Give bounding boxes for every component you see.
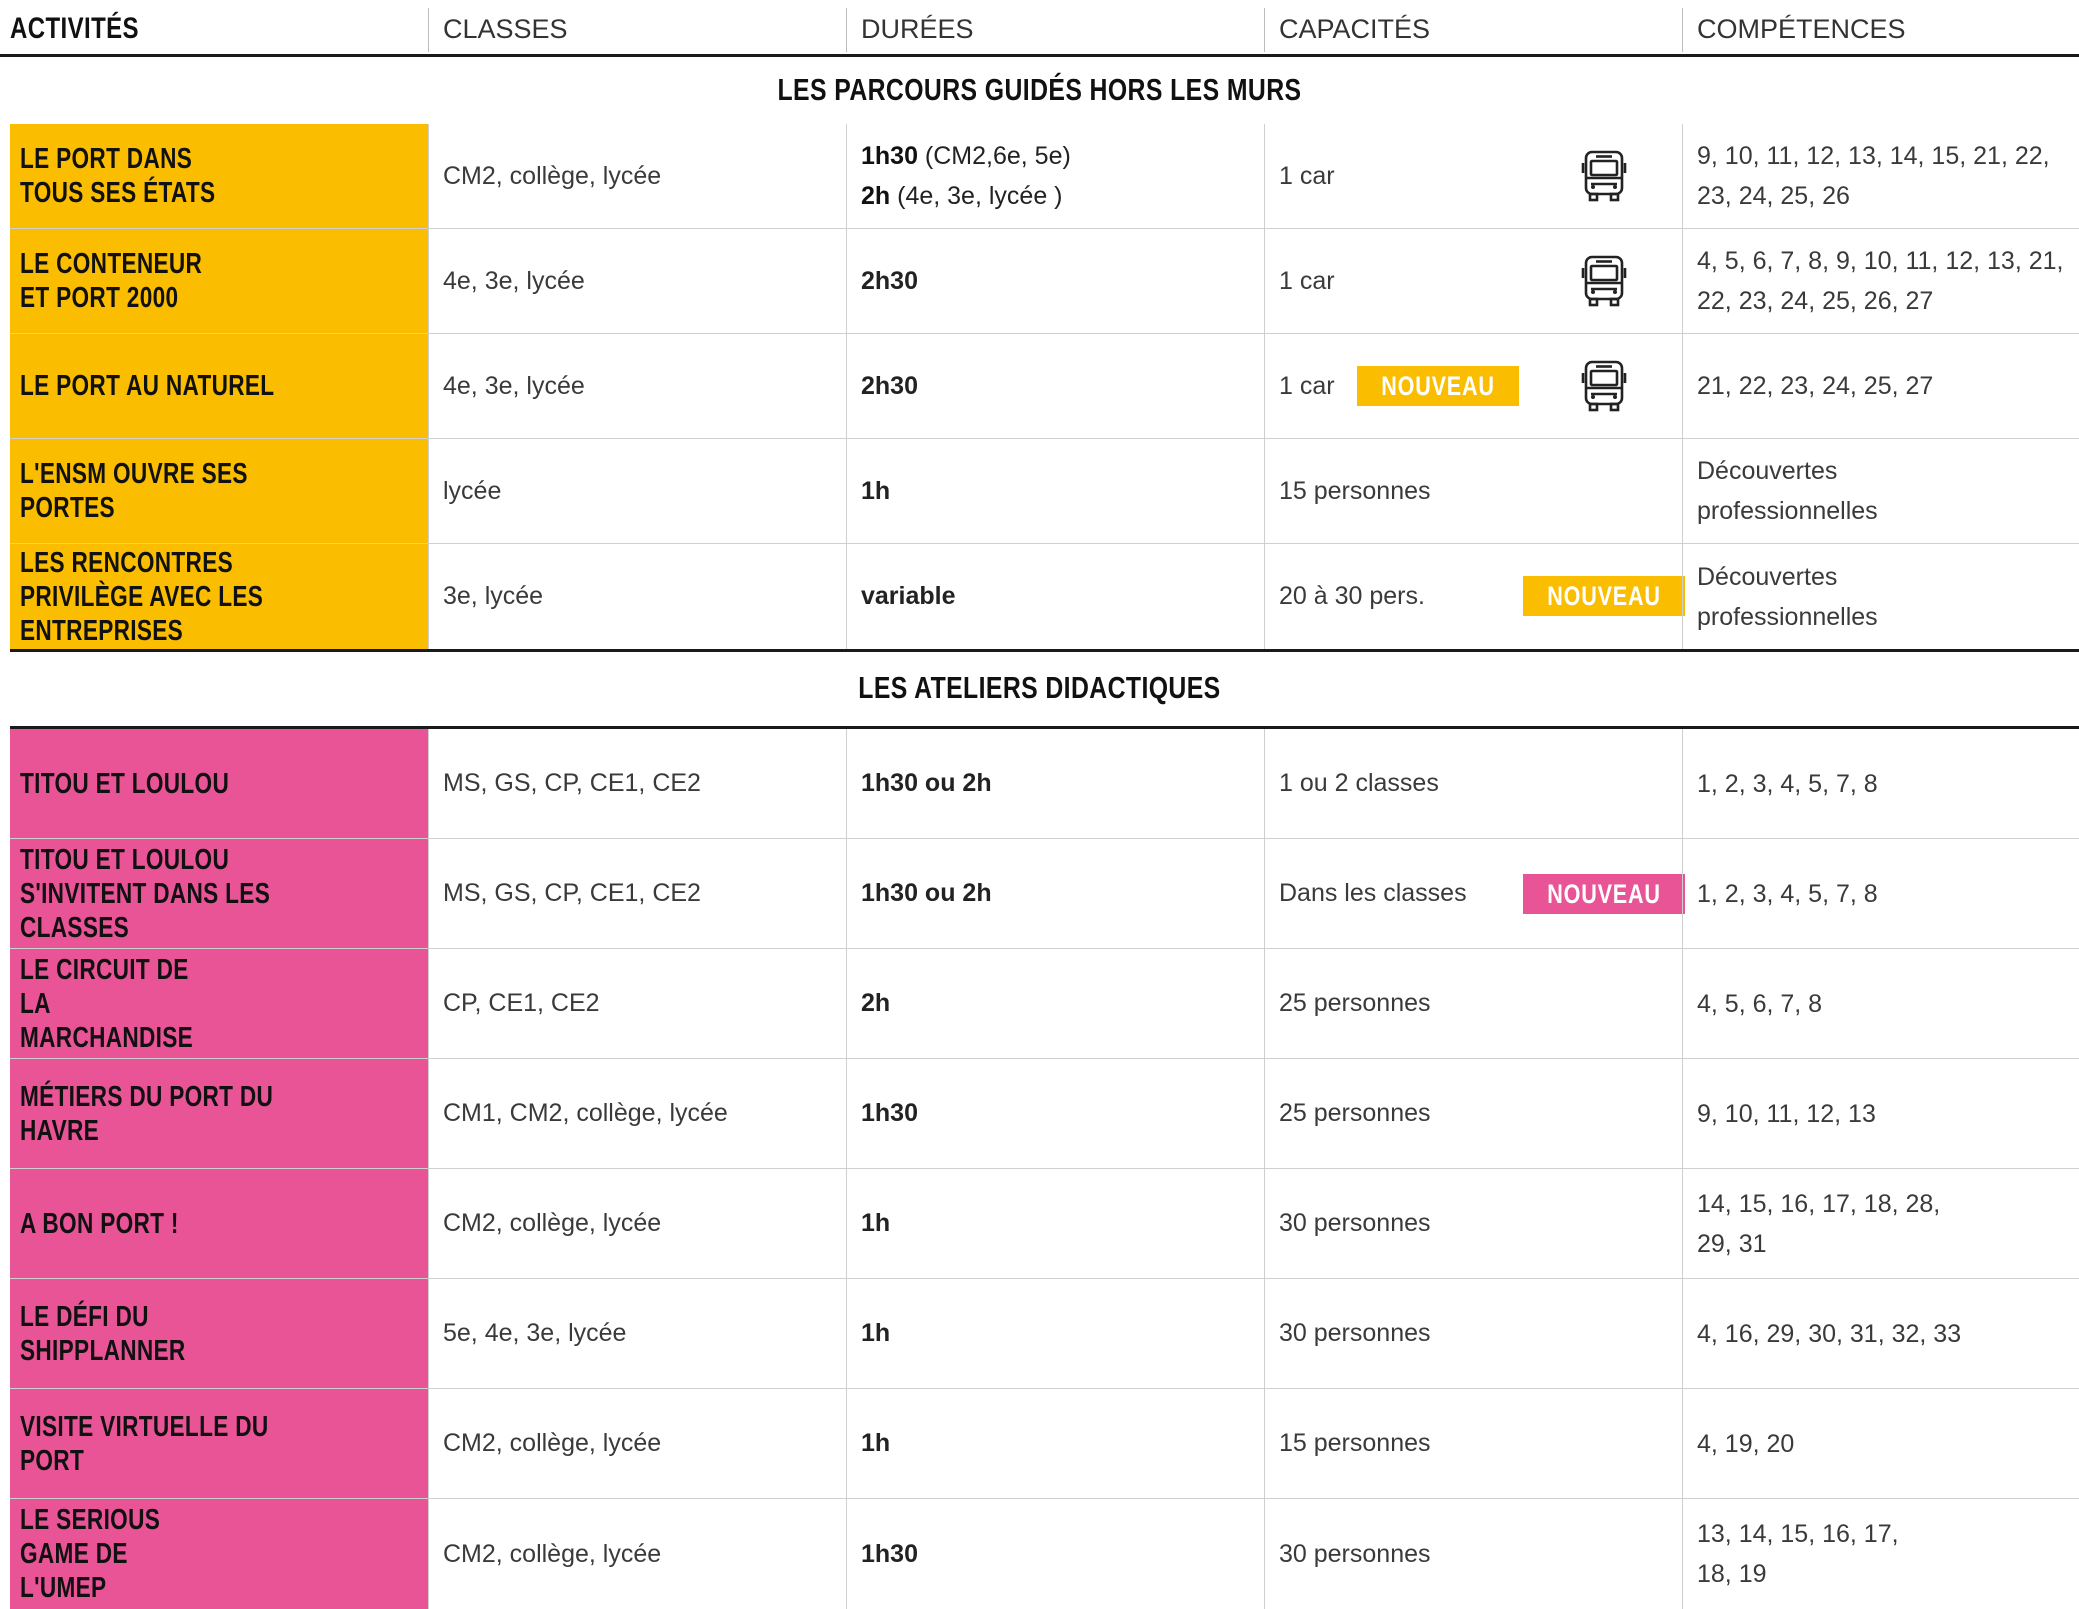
duree-cell: 2h30	[846, 229, 1264, 333]
competences-cell: 1, 2, 3, 4, 5, 7, 8	[1682, 729, 2079, 838]
classes-cell: MS, GS, CP, CE1, CE2	[428, 839, 846, 948]
classes-cell: 3e, lycée	[428, 544, 846, 649]
bus-icon	[1581, 255, 1627, 307]
header-activites: ACTIVITÉS	[10, 12, 139, 45]
capacite-cell: Dans les classes NOUVEAU	[1264, 839, 1686, 948]
competences-cell: Découvertes professionnelles	[1682, 544, 2079, 649]
activity-name: MÉTIERS DU PORT DU HAVRE	[10, 1059, 428, 1168]
activity-name: LE DÉFI DU SHIPPLANNER	[10, 1279, 428, 1388]
classes-cell: 4e, 3e, lycée	[428, 334, 846, 438]
duree-cell: 2h	[846, 949, 1264, 1058]
activity-name: LE SERIOUS GAME DE L'UMEP	[10, 1499, 428, 1609]
table-row: TITOU ET LOULOU S'INVITENT DANS LES CLAS…	[10, 839, 2079, 949]
capacite-cell: 25 personnes	[1264, 1059, 1682, 1168]
classes-cell: CM2, collège, lycée	[428, 1499, 846, 1609]
classes-cell: CM2, collège, lycée	[428, 1389, 846, 1498]
capacite-cell: 20 à 30 pers. NOUVEAU	[1264, 544, 1686, 649]
table-row: MÉTIERS DU PORT DU HAVRE CM1, CM2, collè…	[10, 1059, 2079, 1169]
table-row: LE PORT AU NATUREL 4e, 3e, lycée 2h30 1 …	[10, 334, 2079, 439]
duree-cell: 1h30	[846, 1499, 1264, 1609]
capacite-cell: 1 car NOUVEAU	[1264, 334, 1682, 438]
classes-cell: CM1, CM2, collège, lycée	[428, 1059, 846, 1168]
header-classes: CLASSES	[443, 14, 568, 44]
table-row: A BON PORT ! CM2, collège, lycée 1h 30 p…	[10, 1169, 2079, 1279]
capacite-cell: 30 personnes	[1264, 1279, 1682, 1388]
header-capacites: CAPACITÉS	[1279, 14, 1431, 44]
activity-name: LE CONTENEUR ET PORT 2000	[10, 229, 428, 333]
parcours-table: LE PORT DANS TOUS SES ÉTATS CM2, collège…	[10, 124, 2079, 652]
activity-name: LE PORT AU NATUREL	[10, 334, 428, 438]
duree-cell: 1h30	[846, 1059, 1264, 1168]
competences-cell: 4, 5, 6, 7, 8, 9, 10, 11, 12, 13, 21, 22,…	[1682, 229, 2079, 333]
table-row: LE CIRCUIT DE LA MARCHANDISE CP, CE1, CE…	[10, 949, 2079, 1059]
duree-cell: 1h30 (CM2,6e, 5e) 2h (4e, 3e, lycée )	[846, 124, 1264, 228]
activity-name: LE CIRCUIT DE LA MARCHANDISE	[10, 949, 428, 1058]
capacite-cell: 1 car	[1264, 229, 1682, 333]
ateliers-table: TITOU ET LOULOU MS, GS, CP, CE1, CE2 1h3…	[10, 726, 2079, 1609]
nouveau-badge: NOUVEAU	[1357, 366, 1520, 406]
capacite-cell: 15 personnes	[1264, 439, 1682, 543]
competences-cell: Découvertes professionnelles	[1682, 439, 2079, 543]
classes-cell: CM2, collège, lycée	[428, 1169, 846, 1278]
duree-cell: 1h30 ou 2h	[846, 839, 1264, 948]
table-row: L'ENSM OUVRE SES PORTES lycée 1h 15 pers…	[10, 439, 2079, 544]
table-row: LE DÉFI DU SHIPPLANNER 5e, 4e, 3e, lycée…	[10, 1279, 2079, 1389]
table-row: VISITE VIRTUELLE DU PORT CM2, collège, l…	[10, 1389, 2079, 1499]
header-divider	[428, 8, 429, 52]
duree-cell: 1h	[846, 1169, 1264, 1278]
duree-cell: 1h	[846, 439, 1264, 543]
classes-cell: 5e, 4e, 3e, lycée	[428, 1279, 846, 1388]
competences-cell: 9, 10, 11, 12, 13	[1682, 1059, 2079, 1168]
classes-cell: 4e, 3e, lycée	[428, 229, 846, 333]
classes-cell: CM2, collège, lycée	[428, 124, 846, 228]
table-row: TITOU ET LOULOU MS, GS, CP, CE1, CE2 1h3…	[10, 729, 2079, 839]
competences-cell: 4, 19, 20	[1682, 1389, 2079, 1498]
capacite-cell: 1 ou 2 classes	[1264, 729, 1682, 838]
table-row: LES RENCONTRES PRIVILÈGE AVEC LES ENTREP…	[10, 544, 2079, 649]
capacite-cell: 25 personnes	[1264, 949, 1682, 1058]
table-row: LE CONTENEUR ET PORT 2000 4e, 3e, lycée …	[10, 229, 2079, 334]
bus-icon	[1581, 150, 1627, 202]
table-row: LE PORT DANS TOUS SES ÉTATS CM2, collège…	[10, 124, 2079, 229]
duree-cell: 2h30	[846, 334, 1264, 438]
duree-cell: 1h	[846, 1389, 1264, 1498]
classes-cell: lycée	[428, 439, 846, 543]
activity-name: VISITE VIRTUELLE DU PORT	[10, 1389, 428, 1498]
capacite-cell: 30 personnes	[1264, 1169, 1682, 1278]
competences-cell: 1, 2, 3, 4, 5, 7, 8	[1682, 839, 2079, 948]
duree-cell: 1h	[846, 1279, 1264, 1388]
capacite-cell: 15 personnes	[1264, 1389, 1682, 1498]
bus-icon	[1581, 360, 1627, 412]
nouveau-badge: NOUVEAU	[1523, 576, 1686, 616]
competences-cell: 9, 10, 11, 12, 13, 14, 15, 21, 22, 23, 24…	[1682, 124, 2079, 228]
header-divider	[1682, 8, 1683, 52]
activity-name: TITOU ET LOULOU S'INVITENT DANS LES CLAS…	[10, 839, 428, 948]
activity-name: L'ENSM OUVRE SES PORTES	[10, 439, 428, 543]
header-divider	[1264, 8, 1265, 52]
header-durees: DURÉES	[861, 14, 974, 44]
duree-cell: variable	[846, 544, 1264, 649]
classes-cell: CP, CE1, CE2	[428, 949, 846, 1058]
nouveau-badge: NOUVEAU	[1523, 874, 1686, 914]
duree-cell: 1h30 ou 2h	[846, 729, 1264, 838]
capacite-cell: 30 personnes	[1264, 1499, 1682, 1609]
classes-cell: MS, GS, CP, CE1, CE2	[428, 729, 846, 838]
activity-name: LES RENCONTRES PRIVILÈGE AVEC LES ENTREP…	[10, 544, 428, 649]
table-row: LE SERIOUS GAME DE L'UMEP CM2, collège, …	[10, 1499, 2079, 1609]
competences-cell: 4, 5, 6, 7, 8	[1682, 949, 2079, 1058]
section-title-parcours: LES PARCOURS GUIDÉS HORS LES MURS	[777, 72, 1302, 107]
activity-name: A BON PORT !	[10, 1169, 428, 1278]
competences-cell: 14, 15, 16, 17, 18, 28, 29, 31	[1682, 1169, 2079, 1278]
header-competences: COMPÉTENCES	[1697, 14, 1906, 44]
section-title-ateliers: LES ATELIERS DIDACTIQUES	[858, 670, 1221, 705]
activity-name: TITOU ET LOULOU	[10, 729, 428, 838]
header-divider	[846, 8, 847, 52]
column-header-row: ACTIVITÉS CLASSES DURÉES CAPACITÉS COMPÉ…	[0, 0, 2079, 57]
capacite-cell: 1 car	[1264, 124, 1682, 228]
competences-cell: 13, 14, 15, 16, 17, 18, 19	[1682, 1499, 2079, 1609]
competences-cell: 4, 16, 29, 30, 31, 32, 33	[1682, 1279, 2079, 1388]
competences-cell: 21, 22, 23, 24, 25, 27	[1682, 334, 2079, 438]
activity-name: LE PORT DANS TOUS SES ÉTATS	[10, 124, 428, 228]
